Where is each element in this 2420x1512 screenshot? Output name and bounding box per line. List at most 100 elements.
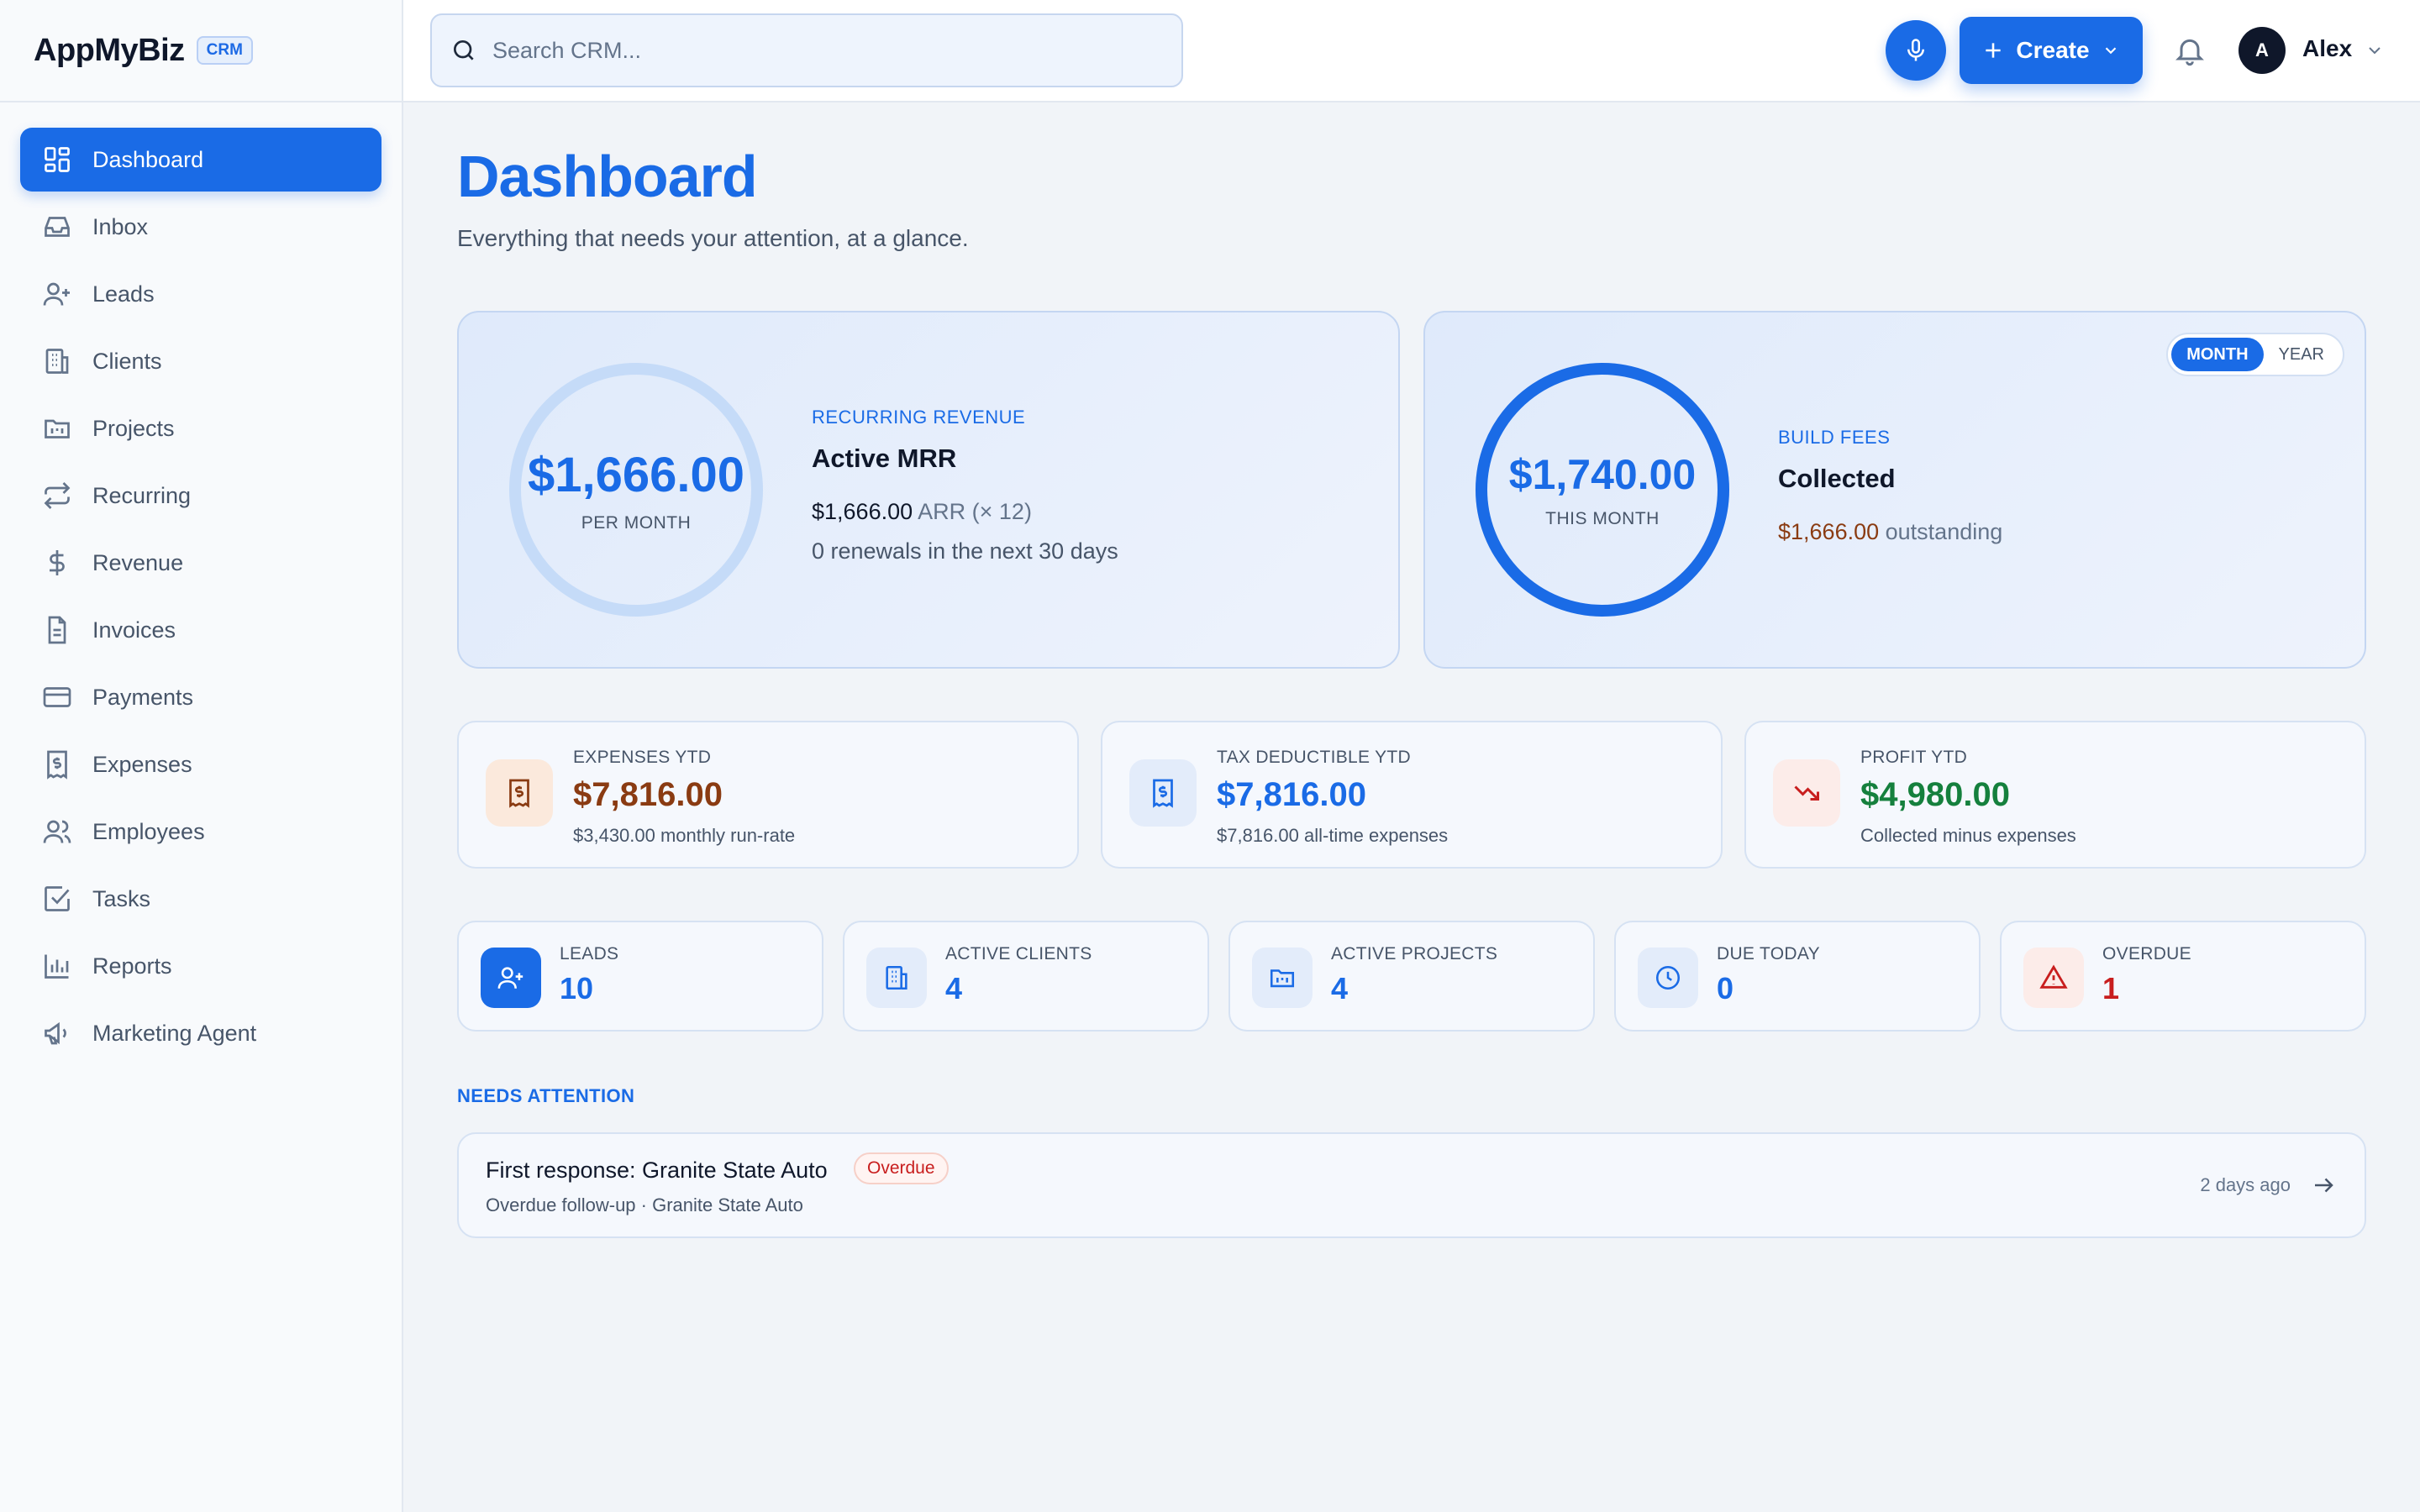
search-input[interactable] <box>492 37 1148 64</box>
kpi-expenses-ytd[interactable]: EXPENSES YTD $7,816.00 $3,430.00 monthly… <box>457 721 1079 869</box>
build-fees-card[interactable]: MONTH YEAR $1,740.00 THIS MONTH BUILD FE… <box>1423 311 2366 669</box>
folder-icon <box>1270 969 1295 988</box>
check-square-icon <box>45 886 70 911</box>
dollar-icon <box>50 550 65 575</box>
sidebar-item-clients[interactable]: Clients <box>20 329 381 393</box>
sidebar-item-employees[interactable]: Employees <box>20 800 381 864</box>
brand[interactable]: AppMyBiz CRM <box>0 0 402 102</box>
mrr-heading: Active MRR <box>812 444 957 473</box>
kpi-label: TAX DEDUCTIBLE YTD <box>1217 748 1411 767</box>
avatar[interactable]: A <box>2238 27 2286 74</box>
sidebar-item-dashboard[interactable]: Dashboard <box>20 128 381 192</box>
dashboard-icon <box>45 147 70 172</box>
chevron-down-icon <box>2105 47 2116 55</box>
mrr-card[interactable]: $1,666.00 PER MONTH RECURRING REVENUE Ac… <box>457 311 1400 669</box>
attention-subtitle: Overdue follow-up · Granite State Auto <box>486 1194 803 1215</box>
stat-icon-wrap <box>481 948 541 1008</box>
stat-label: ACTIVE PROJECTS <box>1331 944 1498 963</box>
toggle-month[interactable]: MONTH <box>2171 338 2264 371</box>
sidebar-item-invoices[interactable]: Invoices <box>20 598 381 662</box>
sidebar-item-reports[interactable]: Reports <box>20 934 381 998</box>
sidebar-item-tasks[interactable]: Tasks <box>20 867 381 931</box>
stat-due-today[interactable]: DUE TODAY 0 <box>1614 921 1981 1032</box>
sidebar-nav: Dashboard Inbox Leads Clients Projects R… <box>0 102 402 1065</box>
building-icon <box>45 349 69 374</box>
arrow-right-icon[interactable] <box>2311 1173 2336 1198</box>
kpi-label: PROFIT YTD <box>1860 748 1968 767</box>
stat-overdue[interactable]: OVERDUE 1 <box>2000 921 2366 1032</box>
voice-button[interactable] <box>1886 20 1946 81</box>
kpi-label: EXPENSES YTD <box>573 748 712 767</box>
plus-icon <box>1986 43 2002 58</box>
kpi-note: $7,816.00 all-time expenses <box>1217 825 1449 846</box>
sidebar-item-projects[interactable]: Projects <box>20 396 381 460</box>
microphone-icon <box>1907 39 1924 61</box>
overdue-badge: Overdue <box>854 1152 949 1184</box>
stat-value: 4 <box>1331 971 1349 1005</box>
user-name[interactable]: Alex <box>2302 35 2352 62</box>
arr-label: ARR (× 12) <box>918 499 1032 524</box>
kpi-value: $7,816.00 <box>573 776 723 813</box>
stat-label: OVERDUE <box>2102 944 2191 963</box>
bar-chart-icon <box>45 954 69 979</box>
mrr-info: RECURRING REVENUE Active MRR $1,666.00 A… <box>812 407 1118 564</box>
build-fees-heading: Collected <box>1778 464 1896 493</box>
mrr-amount: $1,666.00 <box>527 447 745 502</box>
sidebar-item-label: Tasks <box>92 885 151 911</box>
receipt-icon <box>1153 779 1173 808</box>
file-text-icon <box>48 616 66 644</box>
folder-icon <box>45 419 70 438</box>
alert-triangle-icon <box>2039 964 2068 989</box>
attention-time: 2 days ago <box>2200 1174 2291 1195</box>
topbar: Create A Alex <box>403 0 2420 102</box>
receipt-icon <box>509 779 529 808</box>
search-bar[interactable] <box>430 13 1183 87</box>
sidebar-item-payments[interactable]: Payments <box>20 665 381 729</box>
brand-badge: CRM <box>196 36 253 65</box>
user-plus-icon <box>497 967 523 989</box>
stat-icon-wrap <box>1638 948 1698 1008</box>
clock-icon <box>1655 965 1681 990</box>
bell-icon[interactable] <box>2173 34 2207 67</box>
build-fees-ring-text: $1,740.00 THIS MONTH <box>1474 361 1731 618</box>
sidebar-item-expenses[interactable]: Expenses <box>20 732 381 796</box>
kpi-profit-ytd[interactable]: PROFIT YTD $4,980.00 Collected minus exp… <box>1744 721 2366 869</box>
mrr-ring-text: $1,666.00 PER MONTH <box>508 361 765 618</box>
sidebar-item-label: Clients <box>92 348 162 374</box>
build-fees-caption: THIS MONTH <box>1545 509 1660 528</box>
sidebar-item-recurring[interactable]: Recurring <box>20 464 381 528</box>
kpi-icon-wrap <box>1129 759 1197 827</box>
stat-icon-wrap <box>1252 948 1313 1008</box>
stat-label: ACTIVE CLIENTS <box>945 944 1092 963</box>
mrr-renewals: 0 renewals in the next 30 days <box>812 538 1118 564</box>
stat-value: 4 <box>945 971 963 1005</box>
stat-value: 0 <box>1717 971 1734 1005</box>
create-button-label: Create <box>2016 37 2090 63</box>
arr-value: $1,666.00 <box>812 499 913 524</box>
sidebar-item-marketing-agent[interactable]: Marketing Agent <box>20 1001 381 1065</box>
sidebar-item-label: Payments <box>92 684 194 710</box>
stat-active-clients[interactable]: ACTIVE CLIENTS 4 <box>843 921 1209 1032</box>
stat-row: LEADS 10 ACTIVE CLIENTS 4 ACTIVE PROJECT… <box>457 921 2366 1032</box>
kpi-row: EXPENSES YTD $7,816.00 $3,430.00 monthly… <box>457 721 2366 869</box>
attention-item[interactable]: First response: Granite State Auto Overd… <box>457 1132 2366 1238</box>
stat-icon-wrap <box>866 948 927 1008</box>
page-subtitle: Everything that needs your attention, at… <box>457 225 969 251</box>
stat-leads[interactable]: LEADS 10 <box>457 921 823 1032</box>
sidebar-item-inbox[interactable]: Inbox <box>20 195 381 259</box>
build-fees-info: BUILD FEES Collected $1,666.00 outstandi… <box>1778 427 2002 545</box>
toggle-year[interactable]: YEAR <box>2264 338 2339 371</box>
user-plus-icon <box>43 282 70 306</box>
chevron-down-icon[interactable] <box>2365 40 2385 60</box>
sidebar-item-revenue[interactable]: Revenue <box>20 531 381 595</box>
stat-value: 10 <box>560 971 594 1005</box>
brand-name: AppMyBiz <box>34 32 185 68</box>
sidebar-item-label: Revenue <box>92 549 184 575</box>
create-button[interactable]: Create <box>1960 17 2143 84</box>
stat-icon-wrap <box>2023 948 2084 1008</box>
kpi-tax-deductible-ytd[interactable]: TAX DEDUCTIBLE YTD $7,816.00 $7,816.00 a… <box>1101 721 1723 869</box>
sidebar-item-leads[interactable]: Leads <box>20 262 381 326</box>
sidebar-item-label: Invoices <box>92 617 176 643</box>
stat-active-projects[interactable]: ACTIVE PROJECTS 4 <box>1228 921 1595 1032</box>
outstanding-label: outstanding <box>1885 519 2003 544</box>
